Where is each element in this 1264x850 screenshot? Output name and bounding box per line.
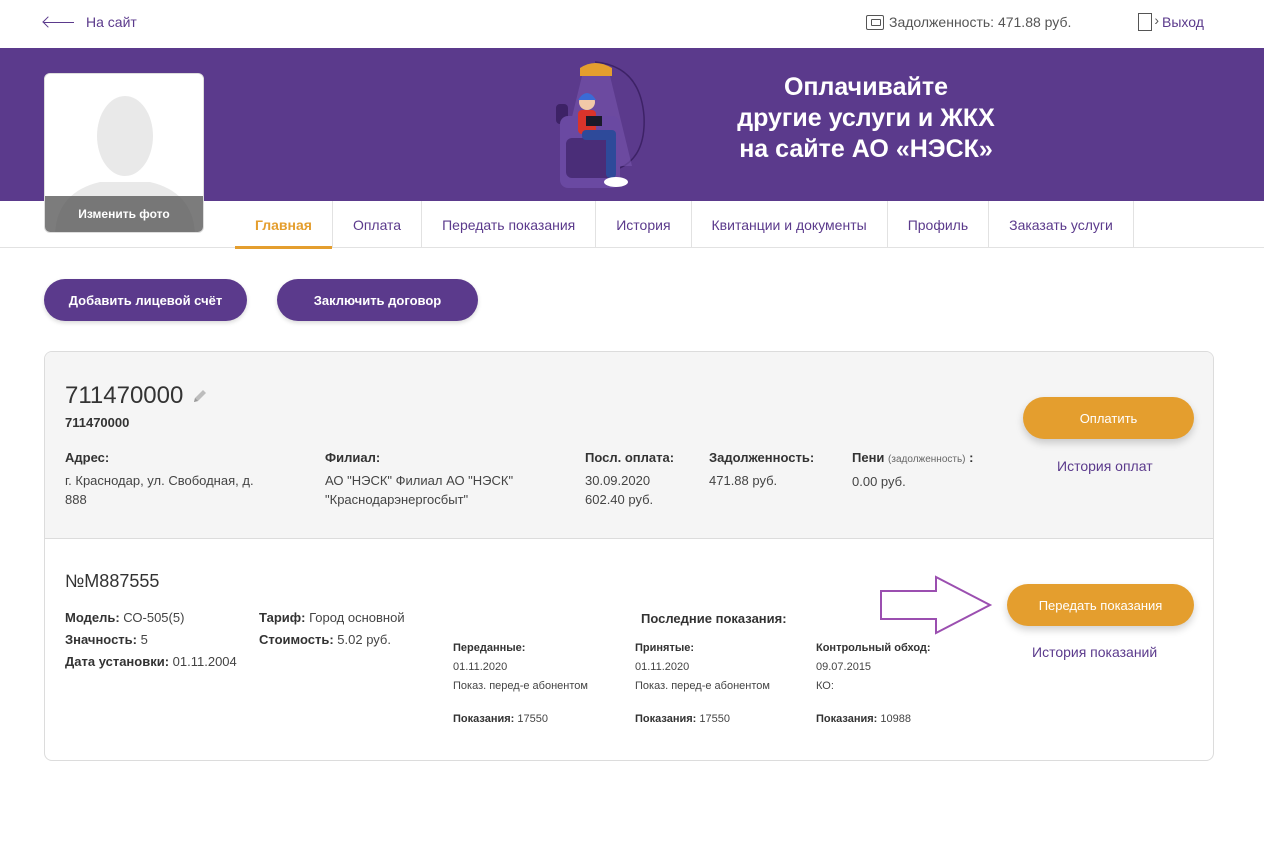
meter-install-date: Дата установки: 01.11.2004 xyxy=(65,654,237,669)
banner-headline: Оплачивайте другие услуги и ЖКХ на сайте… xyxy=(700,72,1032,165)
meter-cost: Стоимость: 5.02 руб. xyxy=(259,632,391,647)
accepted-readings: Принятые: 01.11.2020 Показ. перед-е абон… xyxy=(635,639,770,729)
transmitted-readings: Переданные: 01.11.2020 Показ. перед-е аб… xyxy=(453,639,588,729)
transmitted-date: 01.11.2020 xyxy=(453,661,508,673)
logout-label: Выход xyxy=(1162,14,1204,30)
avatar: Изменить фото xyxy=(44,73,204,233)
address-value: г. Краснодар, ул. Свободная, д. 888 xyxy=(65,471,305,509)
meter-cost-label: Стоимость: xyxy=(259,632,334,647)
transmitted-title: Переданные: xyxy=(453,642,526,654)
accepted-reading: Показания: 17550 xyxy=(635,710,770,729)
meter-install-value: 01.11.2004 xyxy=(172,654,237,669)
payment-history-link[interactable]: История оплат xyxy=(1057,458,1153,474)
meter-digits-value: 5 xyxy=(140,632,148,647)
last-readings-title: Последние показания: xyxy=(641,611,787,626)
meter-model-label: Модель: xyxy=(65,610,120,625)
last-payment-value: 30.09.2020 602.40 руб. xyxy=(585,471,653,509)
accepted-note: Показ. перед-е абонентом xyxy=(635,680,770,692)
penalty-label-text: Пени xyxy=(852,450,885,465)
banner-line-3: на сайте АО «НЭСК» xyxy=(739,135,993,163)
tab-profile[interactable]: Профиль xyxy=(888,201,990,248)
control-reading-label: Показания: xyxy=(816,713,878,725)
change-photo-button[interactable]: Изменить фото xyxy=(45,196,203,232)
last-payment-date: 30.09.2020 xyxy=(585,473,651,488)
meter-tariff-value: Город основной xyxy=(309,610,405,625)
meter-model: Модель: СО-505(5) xyxy=(65,610,184,625)
transmitted-note: Показ. перед-е абонентом xyxy=(453,680,588,692)
debt-label: Задолженность: xyxy=(709,450,815,465)
control-date: 09.07.2015 xyxy=(816,661,872,673)
control-reading: Показания: 10988 xyxy=(816,710,931,729)
last-payment-amount: 602.40 руб. xyxy=(585,492,654,507)
exit-door-icon xyxy=(1138,12,1159,31)
banner-line-2: другие услуги и ЖКХ xyxy=(737,104,995,132)
address-line-1: г. Краснодар, ул. Свободная, д. xyxy=(65,473,254,488)
tab-order-services[interactable]: Заказать услуги xyxy=(989,201,1134,248)
accepted-reading-label: Показания: xyxy=(635,713,697,725)
address-label: Адрес: xyxy=(65,450,110,465)
meter-number: №M887555 xyxy=(65,571,160,591)
banner-line-1: Оплачивайте xyxy=(783,73,949,101)
readings-history-link[interactable]: История показаний xyxy=(1032,644,1157,660)
person-in-armchair-illustration xyxy=(556,61,645,188)
branch-line-1: АО "НЭСК" Филиал АО "НЭСК" xyxy=(325,473,514,488)
arrow-right-icon xyxy=(880,575,993,635)
tab-payment[interactable]: Оплата xyxy=(333,201,423,248)
tab-main[interactable]: Главная xyxy=(235,201,333,249)
back-to-site-link[interactable]: На сайт xyxy=(44,14,137,30)
meter-model-value: СО-505(5) xyxy=(123,610,185,625)
address-line-2: 888 xyxy=(65,492,87,507)
submit-readings-button[interactable]: Передать показания xyxy=(1007,584,1194,626)
control-reading-value: 10988 xyxy=(880,713,911,725)
account-sub-number: 711470000 xyxy=(65,415,130,430)
wallet-icon xyxy=(866,14,884,30)
meter-cost-value: 5.02 руб. xyxy=(337,632,391,647)
main-tabs: Главная Оплата Передать показания Истори… xyxy=(235,201,1134,249)
tab-receipts-documents[interactable]: Квитанции и документы xyxy=(692,201,888,248)
add-account-button[interactable]: Добавить лицевой счёт xyxy=(44,279,247,321)
transmitted-reading-value: 17550 xyxy=(517,713,548,725)
control-note: КО: xyxy=(816,680,834,692)
penalty-label: Пени (задолженность) : xyxy=(852,450,973,465)
pay-button[interactable]: Оплатить xyxy=(1023,397,1194,439)
penalty-note: (задолженность) xyxy=(888,454,966,465)
conclude-contract-button[interactable]: Заключить договор xyxy=(277,279,478,321)
tab-history[interactable]: История xyxy=(596,201,692,248)
meter-install-label: Дата установки: xyxy=(65,654,170,669)
control-title: Контрольный обход: xyxy=(816,642,931,654)
meter-digits: Значность: 5 xyxy=(65,632,148,647)
debt-summary: Задолженность: 471.88 руб. xyxy=(866,14,1071,30)
back-link-label: На сайт xyxy=(86,14,137,30)
branch-value: АО "НЭСК" Филиал АО "НЭСК" "Краснодарэне… xyxy=(325,471,565,509)
transmitted-reading: Показания: 17550 xyxy=(453,710,588,729)
penalty-value: 0.00 руб. xyxy=(852,474,906,489)
debt-summary-label: Задолженность: 471.88 руб. xyxy=(889,14,1072,30)
logout-button[interactable]: Выход xyxy=(1138,12,1204,31)
branch-line-2: "Краснодарэнергосбыт" xyxy=(325,492,469,507)
last-payment-label: Посл. оплата: xyxy=(585,450,675,465)
account-number-value: 711470000 xyxy=(65,382,184,409)
top-bar: На сайт Задолженность: 471.88 руб. Выход xyxy=(0,0,1264,48)
transmitted-reading-label: Показания: xyxy=(453,713,515,725)
account-card: 711470000 711470000 Адрес: г. Краснодар,… xyxy=(44,351,1214,761)
accepted-date: 01.11.2020 xyxy=(635,661,690,673)
branch-label: Филиал: xyxy=(325,450,381,465)
debt-value: 471.88 руб. xyxy=(709,473,778,488)
arrow-left-icon xyxy=(44,21,74,23)
meter-digits-label: Значность: xyxy=(65,632,137,647)
account-number: 711470000 xyxy=(65,382,209,410)
control-readings: Контрольный обход: 09.07.2015 КО: Показа… xyxy=(816,639,931,729)
meter-tariff: Тариф: Город основной xyxy=(259,610,405,625)
tab-submit-readings[interactable]: Передать показания xyxy=(422,201,597,248)
penalty-colon: : xyxy=(969,450,974,465)
pencil-icon[interactable] xyxy=(191,387,209,405)
account-summary: 711470000 711470000 Адрес: г. Краснодар,… xyxy=(45,352,1213,539)
accepted-reading-value: 17550 xyxy=(699,713,730,725)
meter-tariff-label: Тариф: xyxy=(259,610,306,625)
accepted-title: Принятые: xyxy=(635,642,695,654)
